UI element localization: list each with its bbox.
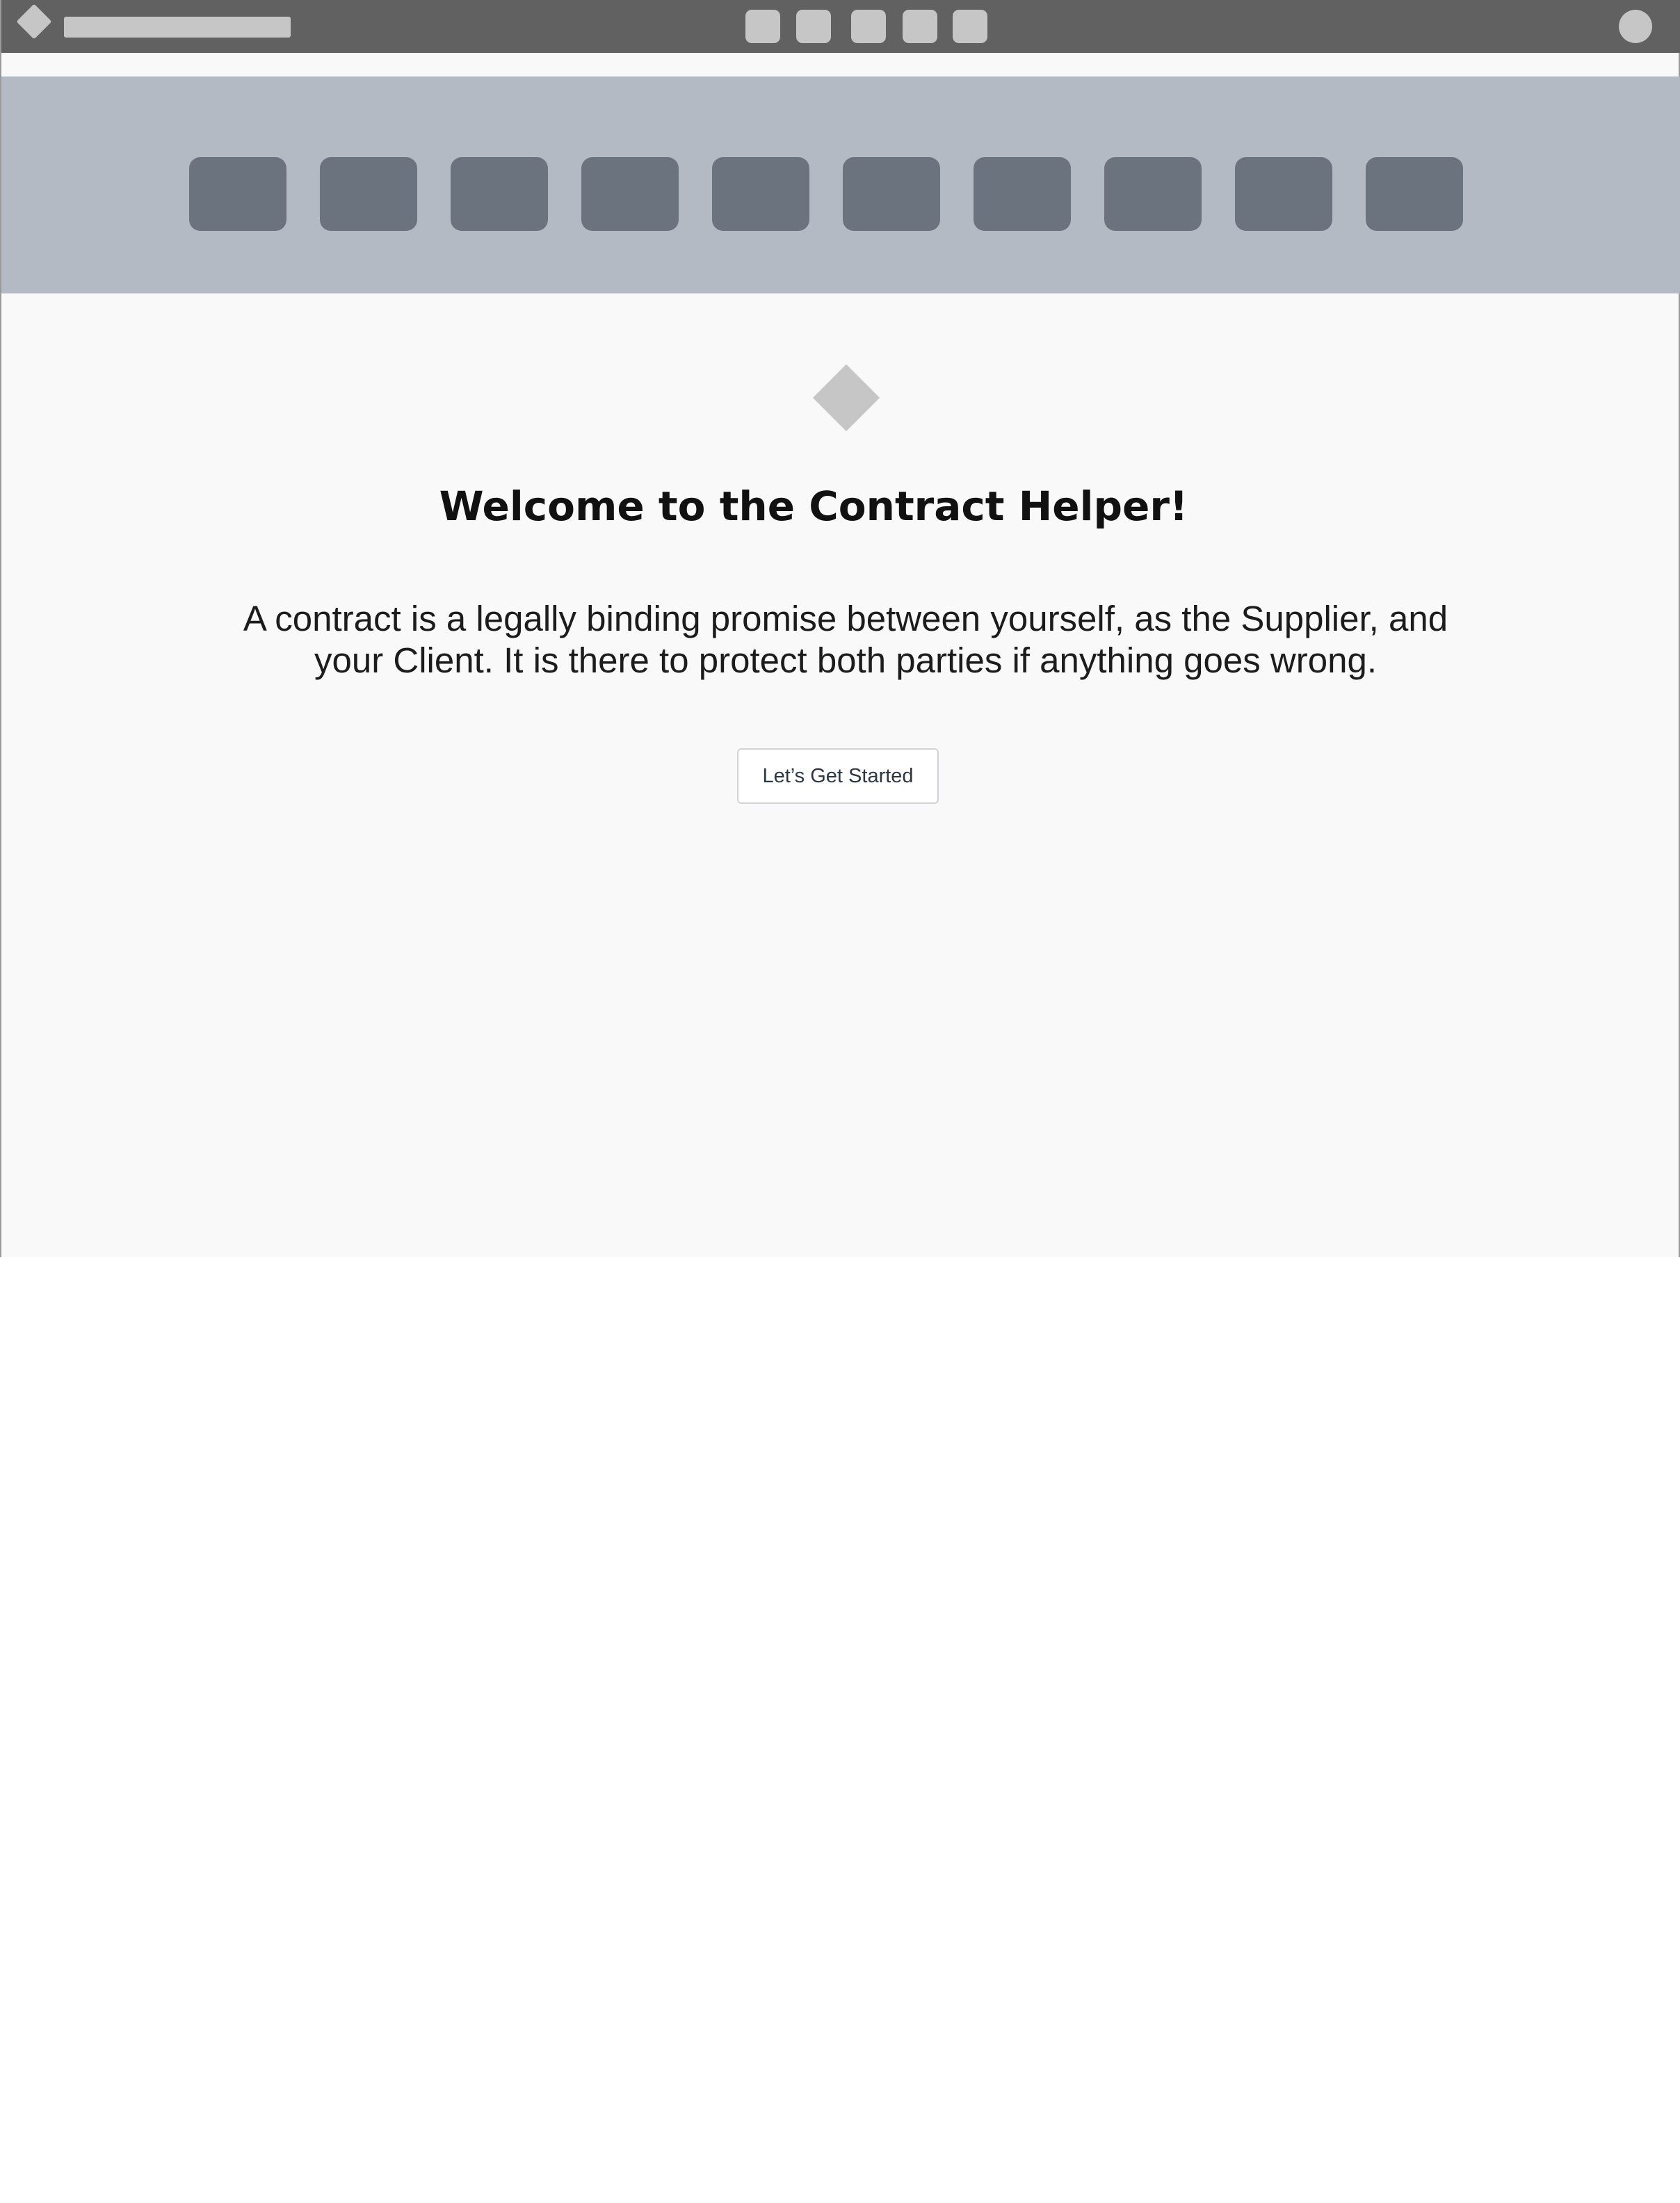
get-started-button[interactable]: Let’s Get Started — [737, 748, 939, 804]
app-window: Welcome to the Contract Helper! A contra… — [0, 0, 1680, 1257]
nav-tile-10[interactable] — [1366, 157, 1463, 231]
nav-tile-5[interactable] — [712, 157, 809, 231]
page-title: Welcome to the Contract Helper! — [439, 483, 1188, 530]
toolbar-icon-2[interactable] — [796, 10, 831, 43]
top-app-bar — [1, 0, 1680, 53]
nav-tile-9[interactable] — [1235, 157, 1332, 231]
toolbar-icon-5[interactable] — [953, 10, 987, 43]
toolbar-icon-3[interactable] — [851, 10, 886, 43]
toolbar-icon-4[interactable] — [903, 10, 937, 43]
toolbar-icon-1[interactable] — [745, 10, 780, 43]
nav-tile-8[interactable] — [1104, 157, 1202, 231]
user-avatar-icon[interactable] — [1619, 10, 1652, 43]
nav-tile-7[interactable] — [974, 157, 1071, 231]
nav-tile-6[interactable] — [843, 157, 940, 231]
intro-paragraph: A contract is a legally binding promise … — [243, 599, 1448, 680]
nav-tile-4[interactable] — [581, 157, 679, 231]
nav-tile-3[interactable] — [451, 157, 548, 231]
app-logo-icon[interactable] — [16, 3, 52, 40]
app-title-placeholder — [64, 17, 291, 38]
navigation-band — [1, 76, 1680, 293]
nav-tile-1[interactable] — [189, 157, 286, 231]
nav-tile-2[interactable] — [320, 157, 417, 231]
diamond-icon — [812, 364, 880, 432]
